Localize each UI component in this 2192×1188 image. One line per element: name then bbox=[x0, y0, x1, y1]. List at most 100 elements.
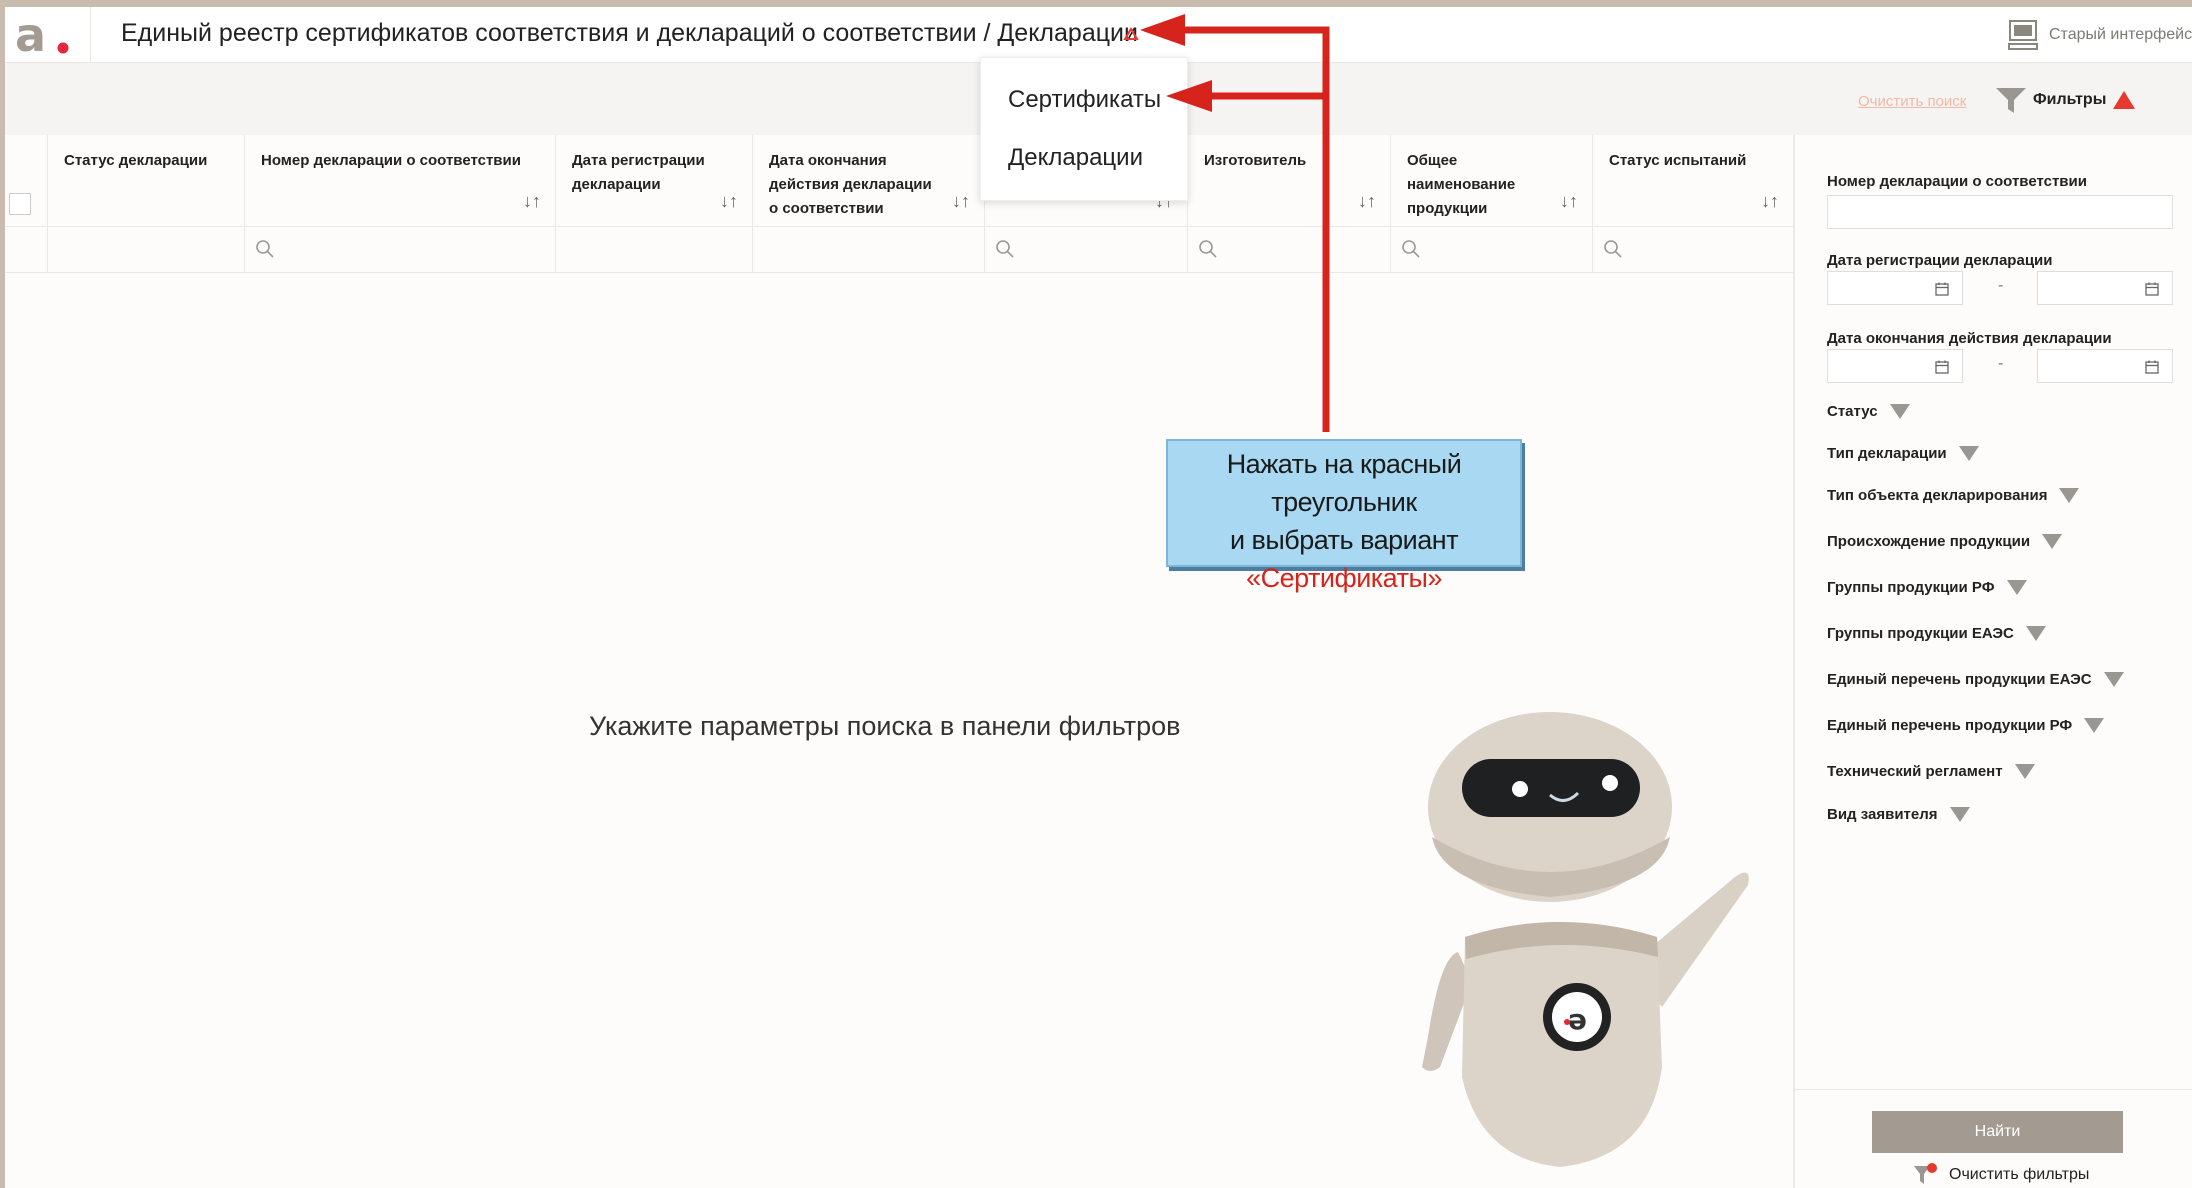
filter-panel: Номер декларации о соответствии Дата рег… bbox=[1793, 135, 2192, 1188]
search-cell bbox=[5, 227, 48, 273]
column-header[interactable]: Общее наименование продукции ↓↑ bbox=[1391, 135, 1593, 227]
reg-date-from-input[interactable] bbox=[1827, 271, 1963, 305]
empty-state-message: Укажите параметры поиска в панели фильтр… bbox=[589, 711, 1181, 741]
range-separator: - bbox=[1998, 277, 2004, 294]
dropdown-item-certificates[interactable]: Сертификаты bbox=[1008, 86, 1161, 114]
filter-dropdown-decl-type[interactable]: Тип декларации bbox=[1827, 445, 1979, 462]
robot-illustration: ə bbox=[1422, 712, 1749, 1167]
filter-dropdown-object-type[interactable]: Тип объекта декларирования bbox=[1827, 487, 2080, 504]
calendar-icon[interactable] bbox=[1934, 359, 1950, 375]
clear-filters-label: Очистить фильтры bbox=[1949, 1166, 2090, 1183]
collapse-triangle-icon bbox=[2113, 91, 2136, 109]
calendar-icon[interactable] bbox=[1934, 281, 1950, 297]
filter-dropdown-list-rf[interactable]: Единый перечень продукции РФ bbox=[1827, 717, 2105, 734]
filter-dropdown-groups-rf[interactable]: Группы продукции РФ bbox=[1827, 579, 2027, 596]
calendar-icon[interactable] bbox=[2144, 359, 2160, 375]
filter-dropdown-label: Статус bbox=[1827, 403, 1878, 420]
chevron-down-icon bbox=[2042, 534, 2063, 549]
filters-toggle-button[interactable]: Фильтры bbox=[1995, 85, 2136, 115]
chevron-down-icon bbox=[2025, 626, 2046, 641]
filter-dropdown-list-eaeu[interactable]: Единый перечень продукции ЕАЭС bbox=[1827, 671, 2124, 688]
filter-dropdown-tech-reg[interactable]: Технический регламент bbox=[1827, 763, 2035, 780]
dropdown-item-declarations[interactable]: Декларации bbox=[1008, 144, 1143, 172]
search-icon bbox=[256, 240, 274, 258]
page-title: Единый реестр сертификатов соответствия … bbox=[121, 19, 1138, 47]
filters-label: Фильтры bbox=[2033, 91, 2107, 108]
search-icon bbox=[1402, 240, 1420, 258]
logo[interactable]: a bbox=[5, 7, 91, 63]
svg-text:a: a bbox=[15, 8, 46, 62]
column-header[interactable]: Дата регистрации декларации ↓↑ bbox=[556, 135, 753, 227]
column-search-input[interactable] bbox=[1593, 227, 1793, 273]
column-header[interactable]: Статус декларации bbox=[48, 135, 245, 227]
callout-line: и выбрать вариант bbox=[1229, 525, 1459, 555]
decl-number-label: Номер декларации о соответствии bbox=[1827, 173, 2087, 190]
column-label: Изготовитель bbox=[1204, 152, 1307, 169]
filter-dropdown-label: Группы продукции ЕАЭС bbox=[1827, 625, 2014, 642]
decl-number-input[interactable] bbox=[1827, 195, 2173, 229]
sort-icon[interactable]: ↓↑ bbox=[1358, 189, 1376, 213]
sort-icon[interactable]: ↓↑ bbox=[952, 189, 970, 213]
filter-dropdown-label: Тип декларации bbox=[1827, 445, 1947, 462]
chevron-down-icon bbox=[2084, 718, 2105, 733]
end-date-label: Дата окончания действия декларации bbox=[1827, 330, 2112, 347]
column-label: Общее наименование продукции bbox=[1407, 152, 1516, 217]
column-search-input[interactable] bbox=[1188, 227, 1391, 273]
end-date-from-input[interactable] bbox=[1827, 349, 1963, 383]
svg-text:ə: ə bbox=[1568, 1003, 1587, 1036]
chevron-down-icon bbox=[2014, 764, 2035, 779]
filter-dropdown-status[interactable]: Статус bbox=[1827, 403, 1910, 420]
filter-dropdown-label: Группы продукции РФ bbox=[1827, 579, 1995, 596]
chevron-down-icon bbox=[1958, 446, 1979, 461]
filter-dropdown-label: Технический регламент bbox=[1827, 763, 2003, 780]
calendar-icon[interactable] bbox=[2144, 281, 2160, 297]
column-header[interactable]: Дата окончания действия декларации о соо… bbox=[753, 135, 985, 227]
reg-date-label: Дата регистрации декларации bbox=[1827, 252, 2053, 269]
filter-dropdown-groups-eaeu[interactable]: Группы продукции ЕАЭС bbox=[1827, 625, 2046, 642]
column-label: Статус испытаний bbox=[1609, 152, 1747, 169]
find-button[interactable]: Найти bbox=[1872, 1111, 2123, 1153]
filter-dropdown-origin[interactable]: Происхождение продукции bbox=[1827, 533, 2063, 550]
column-header[interactable]: Статус испытаний ↓↑ bbox=[1593, 135, 1793, 227]
sort-icon[interactable]: ↓↑ bbox=[1560, 189, 1578, 213]
end-date-to-input[interactable] bbox=[2037, 349, 2173, 383]
app-window: a Единый реестр сертификатов соответстви… bbox=[5, 7, 2192, 1188]
filter-dropdown-label: Вид заявителя bbox=[1827, 806, 1938, 823]
chevron-down-icon bbox=[1949, 807, 1970, 822]
search-cell bbox=[556, 227, 753, 273]
clear-search-link[interactable]: Очистить поиск bbox=[1858, 93, 1966, 110]
callout-highlight: «Сертификаты» bbox=[1246, 563, 1442, 593]
registry-dropdown-menu: Сертификаты Декларации bbox=[980, 57, 1188, 201]
filter-dropdown-applicant-type[interactable]: Вид заявителя bbox=[1827, 806, 1970, 823]
sort-icon[interactable]: ↓↑ bbox=[523, 189, 541, 213]
column-search-input[interactable] bbox=[245, 227, 556, 273]
search-cell bbox=[48, 227, 245, 273]
filter-dropdown-label: Единый перечень продукции РФ bbox=[1827, 717, 2073, 734]
sort-icon[interactable]: ↓↑ bbox=[1761, 189, 1779, 213]
column-search-input[interactable] bbox=[985, 227, 1188, 273]
funnel-icon bbox=[1996, 88, 2026, 113]
search-icon bbox=[1199, 240, 1217, 258]
reg-date-to-input[interactable] bbox=[2037, 271, 2173, 305]
chevron-down-icon bbox=[2006, 580, 2027, 595]
monitor-icon bbox=[2008, 20, 2038, 50]
search-icon bbox=[1604, 240, 1622, 258]
chevron-down-icon bbox=[1889, 404, 1910, 419]
clear-filters-button[interactable]: Очистить фильтры bbox=[1913, 1162, 2089, 1188]
filter-dropdown-label: Единый перечень продукции ЕАЭС bbox=[1827, 671, 2092, 688]
range-separator: - bbox=[1998, 355, 2004, 372]
sort-icon[interactable]: ↓↑ bbox=[720, 189, 738, 213]
table-header-row: Статус декларации Номер декларации о соо… bbox=[5, 135, 1793, 227]
filter-panel-footer: Найти Очистить фильтры bbox=[1795, 1089, 2192, 1188]
column-header[interactable]: Номер декларации о соответствии ↓↑ bbox=[245, 135, 556, 227]
old-interface-link[interactable]: Старый интерфейс bbox=[2007, 17, 2192, 53]
column-header[interactable]: Изготовитель ↓↑ bbox=[1188, 135, 1391, 227]
header: a Единый реестр сертификатов соответстви… bbox=[5, 7, 2192, 63]
filter-dropdown-label: Происхождение продукции bbox=[1827, 533, 2031, 550]
registry-switch-triangle-icon[interactable] bbox=[1123, 27, 1139, 41]
column-label: Дата окончания действия декларации о соо… bbox=[769, 152, 932, 217]
checkbox-column bbox=[5, 135, 48, 227]
table-search-row bbox=[5, 227, 1793, 273]
search-icon bbox=[996, 240, 1014, 258]
column-search-input[interactable] bbox=[1391, 227, 1593, 273]
